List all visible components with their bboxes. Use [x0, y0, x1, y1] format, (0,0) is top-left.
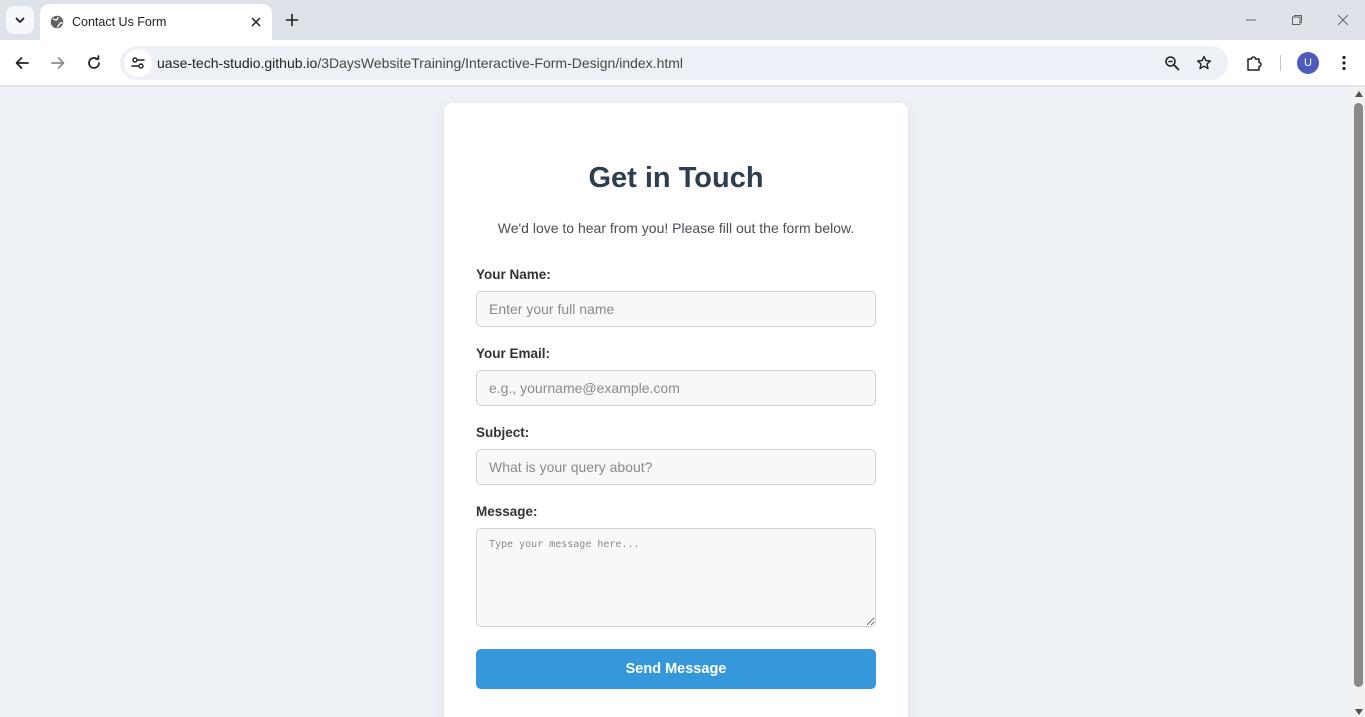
- new-tab-button[interactable]: [280, 8, 304, 32]
- name-label: Your Name:: [476, 267, 551, 282]
- page-scrollbar[interactable]: [1352, 87, 1365, 717]
- tab-strip: Contact Us Form: [0, 0, 1365, 40]
- arrow-left-icon: [15, 57, 29, 69]
- avatar[interactable]: U: [1297, 52, 1319, 74]
- browser-toolbar: uase-tech-studio.github.io/3DaysWebsiteT…: [0, 40, 1365, 86]
- scroll-thumb[interactable]: [1354, 103, 1363, 687]
- back-button[interactable]: [8, 49, 36, 77]
- restore-button[interactable]: [1283, 6, 1311, 34]
- plus-icon: [285, 13, 299, 27]
- url-host: uase-tech-studio.github.io: [157, 55, 318, 71]
- close-icon[interactable]: [246, 12, 266, 32]
- restore-icon: [1292, 15, 1302, 25]
- zoom-button[interactable]: [1160, 51, 1184, 75]
- email-label: Your Email:: [476, 346, 551, 361]
- chevron-down-icon: [15, 17, 25, 23]
- address-bar[interactable]: uase-tech-studio.github.io/3DaysWebsiteT…: [120, 46, 1228, 80]
- reload-button[interactable]: [80, 49, 108, 77]
- subject-label: Subject:: [476, 425, 530, 440]
- name-input[interactable]: [476, 291, 876, 327]
- tab-search-button[interactable]: [6, 6, 34, 34]
- message-textarea[interactable]: [476, 528, 876, 627]
- zoom-icon: [1165, 56, 1180, 71]
- star-icon: [1197, 55, 1211, 70]
- minimize-button[interactable]: [1237, 6, 1265, 34]
- page-title: Get in Touch: [588, 162, 764, 194]
- active-tab[interactable]: Contact Us Form: [40, 4, 272, 40]
- scroll-up-arrow[interactable]: [1352, 89, 1365, 99]
- contact-form-card: Get in Touch We'd love to hear from you!…: [444, 103, 908, 717]
- puzzle-icon: [1247, 56, 1262, 71]
- url-path: /3DaysWebsiteTraining/Interactive-Form-D…: [317, 55, 684, 71]
- toolbar-separator: [1280, 55, 1281, 71]
- minimize-icon: [1246, 19, 1256, 21]
- message-label: Message:: [476, 504, 538, 519]
- arrow-right-icon: [51, 57, 65, 69]
- site-info-button[interactable]: [124, 49, 152, 77]
- scroll-down-arrow[interactable]: [1352, 707, 1365, 717]
- reload-icon: [88, 55, 100, 69]
- forward-button[interactable]: [44, 49, 72, 77]
- tune-icon: [131, 57, 145, 69]
- triangle-down-icon: [1354, 709, 1363, 715]
- triangle-up-icon: [1354, 91, 1363, 97]
- tab-title: Contact Us Form: [72, 15, 167, 29]
- subject-input[interactable]: [476, 449, 876, 485]
- globe-icon: [49, 14, 65, 30]
- close-icon: [1337, 14, 1349, 26]
- page-subtitle: We'd love to hear from you! Please fill …: [497, 220, 855, 236]
- url-text[interactable]: uase-tech-studio.github.io/3DaysWebsiteT…: [157, 55, 683, 71]
- kebab-menu-icon: [1342, 55, 1346, 71]
- close-window-button[interactable]: [1329, 6, 1357, 34]
- bookmark-button[interactable]: [1192, 51, 1216, 75]
- page-viewport: Get in Touch We'd love to hear from you!…: [0, 87, 1352, 717]
- browser-menu-button[interactable]: [1330, 49, 1358, 77]
- extensions-button[interactable]: [1240, 49, 1268, 77]
- send-message-button[interactable]: Send Message: [476, 649, 876, 689]
- email-input[interactable]: [476, 370, 876, 406]
